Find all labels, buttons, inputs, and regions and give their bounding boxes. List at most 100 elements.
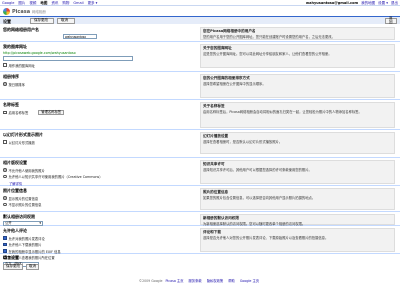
sign-out-link[interactable]: 退出	[391, 1, 398, 6]
comments-title: 允许他人评论	[3, 228, 27, 233]
location-radio-hide[interactable]	[3, 202, 7, 207]
allow-download-checkbox[interactable]	[3, 242, 7, 247]
location-radio-show[interactable]	[3, 196, 7, 200]
name-tags-title: 名称标签	[3, 102, 19, 107]
footer-link-privacy[interactable]: 隐私权政策	[207, 279, 223, 283]
location-option-show: 显示照片的位置信息	[8, 196, 39, 201]
license-help-text: 选择知识共享许可后，其他用户可以根据您选择的许可条款使用您的照片。	[203, 168, 312, 172]
license-radio-none[interactable]	[3, 168, 7, 172]
cancel-button[interactable]: 取消	[26, 264, 39, 270]
gallery-url-title: 我的图库网址	[3, 44, 27, 49]
product-nav: Google 图片 视频 地图 资讯 购物 Gmail 更多 ▾	[2, 1, 97, 6]
slideshow-help-title: 幻灯片播放设置	[203, 134, 229, 138]
gallery-url-help-text: 这是您的公开图库网址。您可以将此网址分享给朋友和家人，让他们查看您的公开相册。	[203, 52, 332, 56]
nav-link-google[interactable]: Google	[2, 1, 14, 6]
comments-section: 允许他人评论 允许对我的照片发表评论 允许他人下载我的照片 在我的相册中显示照片…	[0, 226, 400, 260]
default-access-help-title: 新相册的默认访问权限	[203, 216, 239, 220]
username-section: 您的网络相册用户名 您在Picasa网络相册中的用户名 您的用户名用于您的公开图…	[0, 25, 400, 42]
settings-link[interactable]: 设置 ▾	[378, 1, 388, 6]
nav-link-images[interactable]: 图片	[18, 1, 25, 6]
allow-download-label: 允许他人下载我的照片	[8, 243, 42, 247]
logo-name: Picasa	[12, 8, 31, 15]
license-radio-cc[interactable]	[3, 174, 7, 179]
name-tags-section: 名称标签 启用名称标签 管理名称标签 关于名称标签 启用名称标签后，Picasa…	[0, 100, 400, 130]
name-tags-checkbox[interactable]	[3, 110, 7, 114]
username-help-text: 您的用户名用于您的公开图库网址。您只能在创建账户时设置您的用户名，之后无法更改。	[203, 35, 335, 39]
name-tags-help-title: 关于名称标签	[203, 104, 225, 108]
nav-link-more[interactable]: 更多 ▾	[88, 1, 98, 6]
slideshow-section: 以幻灯片形式显示照片 以幻灯片形式播放 幻灯片播放设置 选择在查看相册时，是否默…	[0, 130, 400, 158]
slideshow-help-text: 选择在查看相册时，是否默认以幻灯片形式播放照片。	[203, 140, 283, 144]
cancel-button-top[interactable]: 取消	[57, 18, 75, 24]
location-option-hide: 不显示照片的位置信息	[8, 203, 42, 207]
show-exif-checkbox[interactable]	[3, 249, 7, 253]
manage-name-tags-button[interactable]: 管理名称标签	[38, 109, 65, 115]
account-email: wahyusantoso@gmail.com	[305, 1, 359, 5]
default-access-section: 默认相册访问权限 公开 ▾ 新相册的默认访问权限 为新相册选择默认的访问权限。您…	[0, 212, 400, 226]
username-field[interactable]	[63, 34, 97, 39]
album-sort-title: 相册排序	[3, 74, 19, 79]
allow-comments-label: 允许对我的照片发表评论	[8, 236, 45, 241]
language-title: 语言设置	[3, 255, 19, 260]
album-sort-help-title: 您的公开图库的相册排序方式	[203, 76, 250, 80]
nav-link-gmail[interactable]: Gmail	[73, 1, 83, 6]
location-help-title: 照片的位置信息	[203, 190, 229, 194]
album-sort-help-text: 选择您希望相册在公开图库中的显示顺序。	[203, 82, 266, 86]
location-title: 照片位置信息	[3, 188, 27, 193]
nav-link-maps[interactable]: 地图	[40, 1, 47, 6]
nav-link-videos[interactable]: 视频	[29, 1, 36, 6]
album-sort-radio[interactable]	[3, 82, 7, 86]
location-help-text: 如果您的照片包含位置信息，可以选择是否向其他用户显示照片拍摄的地点。	[203, 196, 316, 200]
allow-comments-checkbox[interactable]	[3, 236, 7, 240]
license-option-cc: 允许他人以知识共享许可使用我的照片（Creative Commons）	[8, 175, 103, 179]
footer-link-google-home[interactable]: Google 主页	[240, 279, 259, 283]
slideshow-title: 以幻灯片形式显示照片	[3, 132, 43, 137]
top-nav-bar: Google 图片 视频 地图 资讯 购物 Gmail 更多 ▾ wahyusa…	[0, 0, 400, 6]
gallery-url-help-title: 关于您的图库网址	[203, 46, 232, 50]
language-section: 语言设置 中文（简体）	[0, 254, 400, 267]
username-title: 您的网络相册用户名	[3, 27, 39, 32]
my-maps-link[interactable]: 我的地图	[361, 1, 375, 6]
default-access-selected: 公开	[5, 221, 12, 225]
gallery-url-field[interactable]	[3, 56, 133, 61]
name-tags-help-text: 启用名称标签后，Picasa网络相册会自动将相似的面孔归类在一起，让您轻松为照片…	[203, 110, 362, 114]
slideshow-checkbox[interactable]	[3, 140, 7, 144]
footer-link-picasa-home[interactable]: Picasa 主页	[165, 279, 183, 283]
nav-link-news[interactable]: 资讯	[51, 1, 58, 6]
picasa-logo-icon	[3, 8, 10, 15]
license-learn-more-link[interactable]: 了解详情	[9, 181, 22, 186]
nav-link-shopping[interactable]: 购物	[62, 1, 69, 6]
picasa-logo[interactable]: Picasa 网络相册	[3, 8, 53, 15]
footer: ©2009 Google Picasa 主页 服务条款 隐私权政策 帮助 Goo…	[0, 272, 400, 300]
license-section: 相片版权设置 不允许他人使用我的照片 允许他人以知识共享许可使用我的照片（Cre…	[0, 158, 400, 186]
gallery-url-checkbox[interactable]	[3, 63, 7, 67]
gallery-url-section: 我的图库网址 http://picasaweb.google.com/wahyu…	[0, 42, 400, 72]
account-links: wahyusantoso@gmail.com 我的地图 设置 ▾ 退出	[306, 1, 398, 6]
location-section: 照片位置信息 显示照片的位置信息 不显示照片的位置信息 照片的位置信息 如果您的…	[0, 186, 400, 212]
logo-subtitle: 网络相册	[31, 9, 46, 14]
comments-help-title: 评论和下载	[203, 230, 221, 234]
footer-link-terms[interactable]: 服务条款	[189, 279, 202, 283]
license-help-title: 知识共享许可	[203, 162, 225, 166]
settings-header: 设置 保存更改 取消 返回	[0, 16, 400, 24]
username-help-title: 您在Picasa网络相册中的用户名	[203, 29, 256, 33]
gallery-url-option: 用作我的图库网址	[3, 63, 188, 68]
chevron-down-icon: ▾	[39, 221, 41, 225]
album-sort-label: 按日期排序	[8, 82, 25, 87]
default-access-title: 默认相册访问权限	[3, 214, 35, 219]
comments-help-text: 选择是否允许他人对您的公开照片发表评论、下载原始照片以及查看照片的拍摄信息。	[203, 236, 329, 240]
license-option-none: 不允许他人使用我的照片	[8, 168, 45, 173]
back-button[interactable]: 返回	[385, 17, 397, 24]
bottom-actions: 保存更改 取消	[3, 264, 39, 270]
album-sort-section: 相册排序 按日期排序 您的公开图库的相册排序方式 选择您希望相册在公开图库中的显…	[0, 72, 400, 100]
license-title: 相片版权设置	[3, 160, 27, 165]
save-changes-button[interactable]: 保存更改	[3, 264, 23, 270]
save-changes-button-top[interactable]: 保存更改	[30, 18, 54, 24]
copyright: ©2009 Google	[138, 279, 163, 283]
slideshow-checkbox-label: 以幻灯片形式播放	[8, 140, 35, 145]
footer-link-help[interactable]: 帮助	[228, 279, 235, 283]
gallery-url-value[interactable]: http://picasaweb.google.com/wahyusantoso	[3, 51, 188, 55]
gallery-url-option-label: 用作我的图库网址	[8, 63, 35, 68]
show-exif-label: 在我的相册中显示照片的 EXIF 信息	[8, 249, 61, 254]
name-tags-checkbox-label: 启用名称标签	[8, 110, 29, 115]
